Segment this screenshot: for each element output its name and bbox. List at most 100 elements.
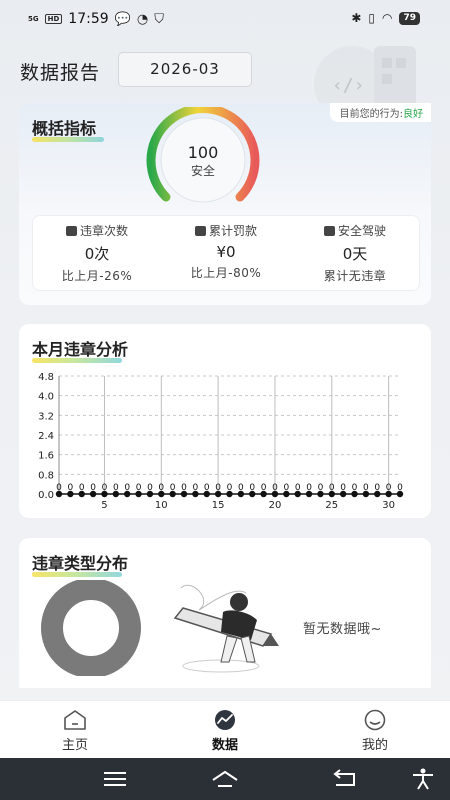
data-label: 0 <box>272 483 278 493</box>
bottom-tab-bar: 主页 数据 我的 <box>0 700 450 759</box>
distribution-title: 违章类型分布 <box>32 550 128 577</box>
data-label: 0 <box>170 483 176 493</box>
data-label: 0 <box>261 483 267 493</box>
svg-text:‹/›: ‹/› <box>332 75 365 96</box>
y-tick-label: 3.2 <box>38 411 54 422</box>
data-label: 0 <box>374 483 380 493</box>
data-label: 0 <box>295 483 301 493</box>
x-tick-label: 25 <box>325 500 338 511</box>
stat-fines[interactable]: 累计罚款 ¥0 比上月-80% <box>162 222 290 281</box>
x-tick-label: 30 <box>382 500 395 511</box>
car-icon <box>65 225 77 236</box>
smile-icon <box>364 709 386 731</box>
analysis-card: 本月违章分析 0.0 0.8 1.6 2.4 3.2 4.0 4.8 5 10 15 20 25 30 0… <box>19 324 431 518</box>
stat-value: 0次 <box>84 245 110 263</box>
data-label: 0 <box>136 483 142 493</box>
data-label: 0 <box>227 483 233 493</box>
data-label: 0 <box>318 483 324 493</box>
data-label: 0 <box>90 483 96 493</box>
status-bar: 5G HD 17:59 💬 ◔ ⛉ ✱ ▯ ◠ 79 <box>0 0 450 40</box>
network-indicator: 5G <box>28 14 39 23</box>
tab-label: 我的 <box>361 738 388 753</box>
month-picker-button[interactable]: 2026-03 <box>118 52 252 87</box>
y-tick-label: 2.4 <box>38 431 54 442</box>
data-label: 0 <box>158 483 164 493</box>
data-label: 0 <box>249 483 255 493</box>
x-tick-label: 5 <box>101 500 107 511</box>
fine-icon <box>194 225 206 236</box>
data-label: 0 <box>124 483 130 493</box>
violation-line-chart: 0.00.81.62.43.24.04.85 10 15 20 25 300 0 0 0 0 0 0 0… <box>38 372 404 511</box>
data-label: 0 <box>56 483 62 493</box>
data-label: 0 <box>352 483 358 493</box>
data-label: 0 <box>204 483 210 493</box>
shield-icon: ⛉ <box>154 11 164 27</box>
message-icon: 💬 <box>114 11 131 27</box>
data-label: 0 <box>113 483 119 493</box>
hd-indicator: HD <box>44 14 63 24</box>
car-icon <box>323 225 335 236</box>
data-label: 0 <box>67 483 73 493</box>
y-tick-label: 1.6 <box>38 451 54 462</box>
stat-sub: 比上月-80% <box>190 266 262 280</box>
stats-panel: 违章次数 0次 比上月-26% 累计罚款 ¥0 比上月-80% 安全驾驶 0天 … <box>32 215 420 291</box>
stat-violations[interactable]: 违章次数 0次 比上月-26% <box>33 222 161 284</box>
stat-sub: 比上月-26% <box>61 269 133 283</box>
wifi-icon: ◠ <box>381 11 393 25</box>
chart-icon <box>215 710 235 730</box>
overview-title: 概括指标 <box>32 115 104 142</box>
overview-card: 概括指标 目前您的行为:良好 100 安全 违章次数 0次 比上月-26% 累计 <box>19 103 431 305</box>
data-label: 0 <box>147 483 153 493</box>
gauge-score: 100 <box>187 143 219 162</box>
menu-icon[interactable] <box>100 768 130 790</box>
home-icon <box>64 710 86 730</box>
x-tick-label: 20 <box>269 500 282 511</box>
battery-indicator: 79 <box>399 11 420 25</box>
safety-gauge: 100 安全 <box>142 104 264 207</box>
data-label: 0 <box>306 483 312 493</box>
analysis-title: 本月违章分析 <box>32 336 128 363</box>
data-label: 0 <box>102 483 108 493</box>
page-title: 数据报告 <box>20 62 101 84</box>
stat-sub: 累计无违章 <box>323 269 387 283</box>
behavior-value: 良好 <box>403 109 423 120</box>
y-tick-label: 4.0 <box>38 392 54 403</box>
stat-safe-days[interactable]: 安全驾驶 0天 累计无违章 <box>291 222 419 284</box>
data-label: 0 <box>283 483 289 493</box>
data-label: 0 <box>238 483 244 493</box>
tab-mine[interactable]: 我的 <box>300 701 450 759</box>
distribution-card: 违章类型分布 暂无数据哦~ <box>19 538 431 688</box>
tab-data[interactable]: 数据 <box>150 701 300 759</box>
data-label: 0 <box>79 483 85 493</box>
data-label: 0 <box>397 483 403 493</box>
empty-state-text: 暂无数据哦~ <box>303 622 382 637</box>
tab-label: 数据 <box>211 738 238 753</box>
behavior-badge: 目前您的行为:良好 <box>329 103 431 122</box>
wechat-icon: ◔ <box>136 11 149 27</box>
empty-state-illustration <box>173 585 279 673</box>
back-icon[interactable] <box>330 768 360 790</box>
type-donut-chart <box>41 580 141 676</box>
vibrate-icon: ▯ <box>368 11 375 25</box>
x-tick-label: 15 <box>212 500 225 511</box>
data-label: 0 <box>329 483 335 493</box>
stat-value: ¥0 <box>216 243 236 261</box>
system-navigation-bar <box>0 758 450 800</box>
data-label: 0 <box>386 483 392 493</box>
data-label: 0 <box>340 483 346 493</box>
gauge-label: 安全 <box>190 164 215 178</box>
accessibility-icon[interactable] <box>408 768 438 790</box>
data-label: 0 <box>363 483 369 493</box>
y-tick-label: 4.8 <box>38 372 54 383</box>
data-label: 0 <box>215 483 221 493</box>
data-label: 0 <box>193 483 199 493</box>
tab-home[interactable]: 主页 <box>0 701 150 759</box>
y-tick-label: 0.0 <box>38 490 54 501</box>
behavior-prefix: 目前您的行为: <box>339 109 403 120</box>
data-label: 0 <box>181 483 187 493</box>
x-tick-label: 10 <box>155 500 168 511</box>
y-tick-label: 0.8 <box>38 470 54 481</box>
home-nav-icon[interactable] <box>210 768 240 790</box>
bluetooth-icon: ✱ <box>351 11 362 25</box>
stat-value: 0天 <box>342 245 368 263</box>
